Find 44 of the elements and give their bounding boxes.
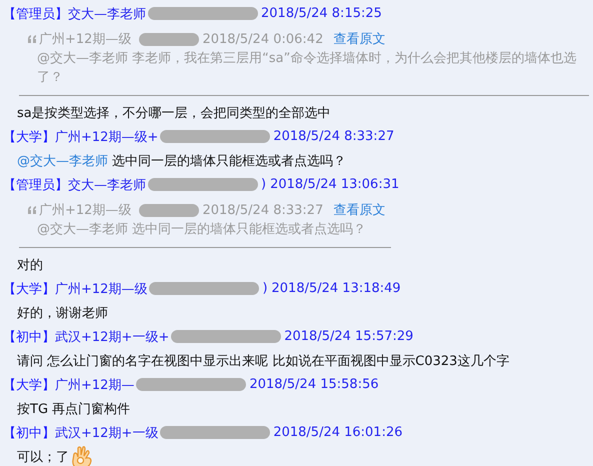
view-original-link[interactable]: 查看原文 xyxy=(333,30,386,48)
quoted-author: 广州+12期—级 xyxy=(39,31,132,48)
user-level-tag: 【大学】 xyxy=(3,376,55,394)
user-level-tag: 【管理员】 xyxy=(3,176,68,194)
user-level-tag: 【大学】 xyxy=(3,280,55,298)
message-text: 可以；了 xyxy=(17,448,69,466)
message-time: 2018/5/24 8:33:27 xyxy=(273,129,394,144)
message-time: 2018/5/24 13:18:49 xyxy=(272,281,401,296)
message-text: sa是按类型选择，不分哪一层，会把同类型的全部选中 xyxy=(16,104,332,122)
quote-mark-icon xyxy=(27,35,37,43)
sender-name[interactable]: 广州+12期—级 xyxy=(55,280,148,298)
message-time: 2018/5/24 16:01:26 xyxy=(273,425,403,440)
message-text: 请问 怎么让门窗的名字在视图中显示出来呢 比如说在平面视图中显示C0323这几个字 xyxy=(16,352,510,370)
mention-link[interactable]: @交大—李老师 xyxy=(17,152,108,170)
message-time: 2018/5/24 15:58:56 xyxy=(249,377,379,392)
quoted-time: 2018/5/24 0:06:42 xyxy=(202,32,324,46)
quoted-author: 广州+12期—级 xyxy=(39,202,132,219)
message-text: 选中同一层的墙体只能框选或者点选吗？ xyxy=(112,152,346,170)
name-bracket: ) xyxy=(261,177,266,192)
redaction-bar xyxy=(139,32,200,46)
quoted-time: 2018/5/24 8:33:27 xyxy=(202,202,324,218)
message-time: 2018/5/24 13:06:31 xyxy=(270,177,400,192)
sender-name[interactable]: 武汉+12期+一级 xyxy=(55,424,158,442)
sender-name[interactable]: 武汉+12期+一级+ xyxy=(55,328,170,346)
sender-name[interactable]: 广州+12期—级+ xyxy=(55,128,158,146)
view-original-link[interactable]: 查看原文 xyxy=(333,201,386,219)
quote-mark-icon xyxy=(27,206,37,214)
sender-name[interactable]: 交大—李老师 xyxy=(68,4,146,22)
user-level-tag: 【初中】 xyxy=(3,328,55,346)
user-level-tag: 【大学】 xyxy=(3,128,55,146)
quoted-text: @交大—李老师 李老师，我在第三层用“sa”命令选择墙体时，为什么会把其他楼层的墙体也选了？ xyxy=(36,50,578,87)
sender-name[interactable]: 交大—李老师 xyxy=(68,176,146,194)
quoted-text: @交大—李老师 选中同一层的墙体只能框选或者点选吗？ xyxy=(36,221,368,239)
message-text: 好的，谢谢老师 xyxy=(16,304,109,322)
user-level-tag: 【管理员】 xyxy=(3,4,68,22)
name-bracket: ) xyxy=(262,281,268,296)
message-text: 按TG 再点门窗构件 xyxy=(16,400,132,418)
ok-hand-icon xyxy=(71,444,93,466)
redaction-bar xyxy=(139,204,200,216)
user-level-tag: 【初中】 xyxy=(3,424,55,442)
sender-name[interactable]: 广州+12期— xyxy=(55,376,134,394)
message-time: 2018/5/24 15:57:29 xyxy=(284,329,414,344)
message-text: 对的 xyxy=(16,256,44,274)
message-time: 2018/5/24 8:15:25 xyxy=(261,6,382,21)
